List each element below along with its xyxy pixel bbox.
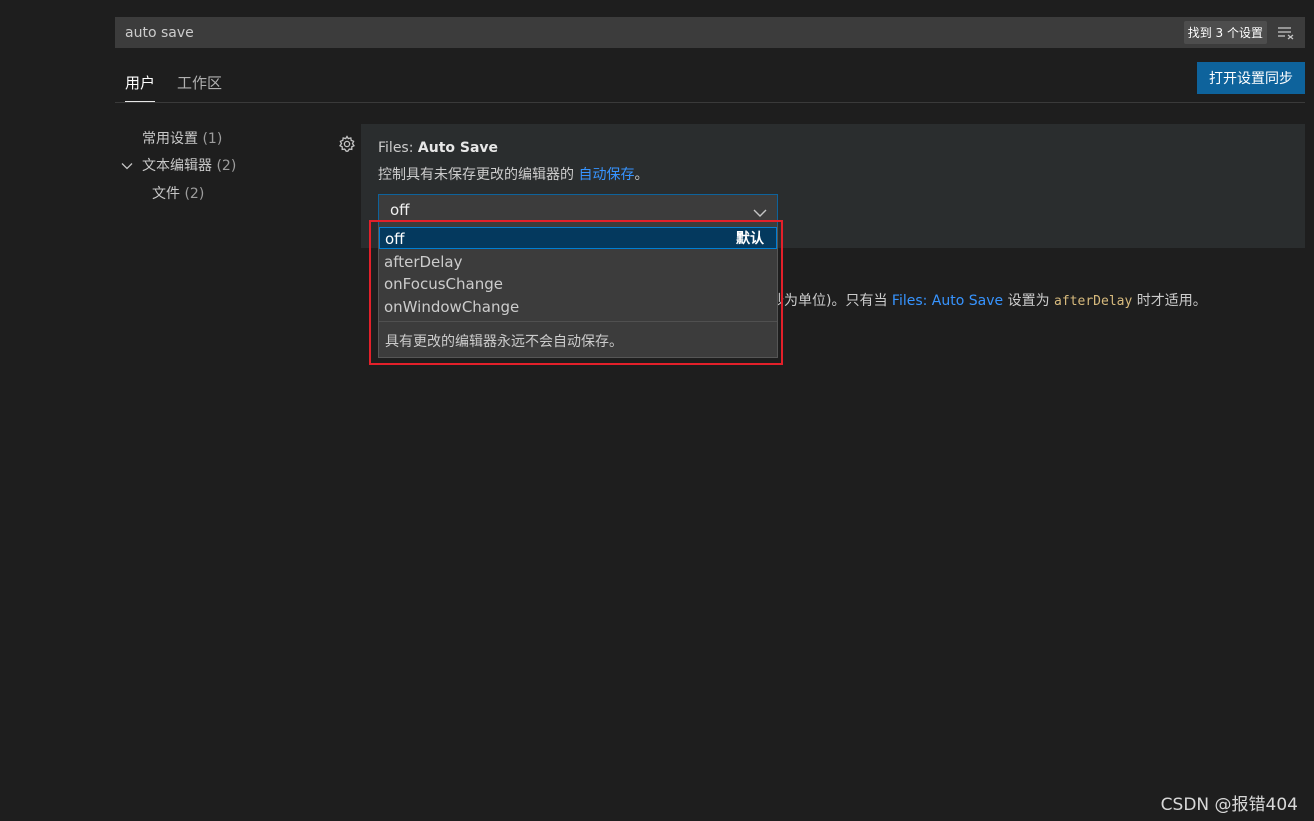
option-off[interactable]: off 默认 (379, 227, 777, 249)
option-after-delay[interactable]: afterDelay (379, 251, 777, 273)
setting-desc-suffix: 。 (634, 167, 649, 183)
desc-middle: 设置为 (1003, 293, 1055, 309)
desc-suffix: 时才适用。 (1132, 293, 1207, 309)
settings-scope-tabs: 用户 工作区 打开设置同步 (115, 62, 1305, 103)
setting-category: Files: (378, 140, 418, 156)
toc-item-label: 常用设置 (142, 131, 198, 147)
tab-workspace[interactable]: 工作区 (177, 72, 222, 101)
toc-item-count: (1) (202, 131, 223, 147)
settings-search-input[interactable] (115, 17, 1184, 48)
chevron-down-icon[interactable] (121, 157, 133, 176)
toc-item-common[interactable]: 常用设置 (1) (142, 128, 222, 148)
setting-description: 控制具有未保存更改的编辑器的 自动保存。 (378, 164, 648, 184)
toc-item-label: 文本编辑器 (142, 158, 212, 174)
option-on-focus-change[interactable]: onFocusChange (379, 273, 777, 295)
auto-save-dropdown: off 默认 afterDelay onFocusChange onWindow… (378, 225, 778, 358)
toc-item-count: (2) (216, 158, 237, 174)
option-on-window-change[interactable]: onWindowChange (379, 296, 777, 318)
settings-search-bar: 找到 3 个设置 (115, 17, 1305, 48)
tab-user[interactable]: 用户 (125, 72, 156, 102)
files-auto-save-link[interactable]: Files: Auto Save (892, 293, 1003, 309)
auto-save-select[interactable]: off (378, 194, 778, 226)
default-badge: 默认 (736, 231, 764, 247)
after-delay-code: afterDelay (1054, 294, 1133, 309)
toc-item-count: (2) (184, 186, 205, 202)
toc-item-label: 文件 (152, 186, 180, 202)
option-label: off (385, 230, 405, 248)
select-value: off (390, 201, 410, 219)
toc-item-text-editor[interactable]: 文本编辑器 (2) (142, 155, 236, 175)
setting-title: Files: Auto Save (378, 140, 498, 156)
clear-filter-icon[interactable] (1273, 22, 1299, 44)
desc-prefix: 秒为单位)。只有当 (770, 293, 892, 309)
watermark: CSDN @报错404 (1160, 795, 1298, 815)
result-count-badge: 找到 3 个设置 (1183, 21, 1267, 44)
chevron-down-icon (753, 204, 767, 223)
option-description: 具有更改的编辑器永远不会自动保存。 (385, 334, 623, 350)
setting-name: Auto Save (417, 140, 499, 156)
toc-item-files[interactable]: 文件 (2) (152, 183, 204, 203)
auto-save-link[interactable]: 自动保存 (578, 167, 634, 183)
dropdown-divider (379, 321, 777, 322)
settings-sync-button[interactable]: 打开设置同步 (1197, 62, 1305, 94)
auto-save-delay-description: 秒为单位)。只有当 Files: Auto Save 设置为 afterDela… (770, 290, 1207, 310)
gear-icon[interactable] (337, 134, 357, 158)
setting-desc-prefix: 控制具有未保存更改的编辑器的 (378, 167, 579, 183)
